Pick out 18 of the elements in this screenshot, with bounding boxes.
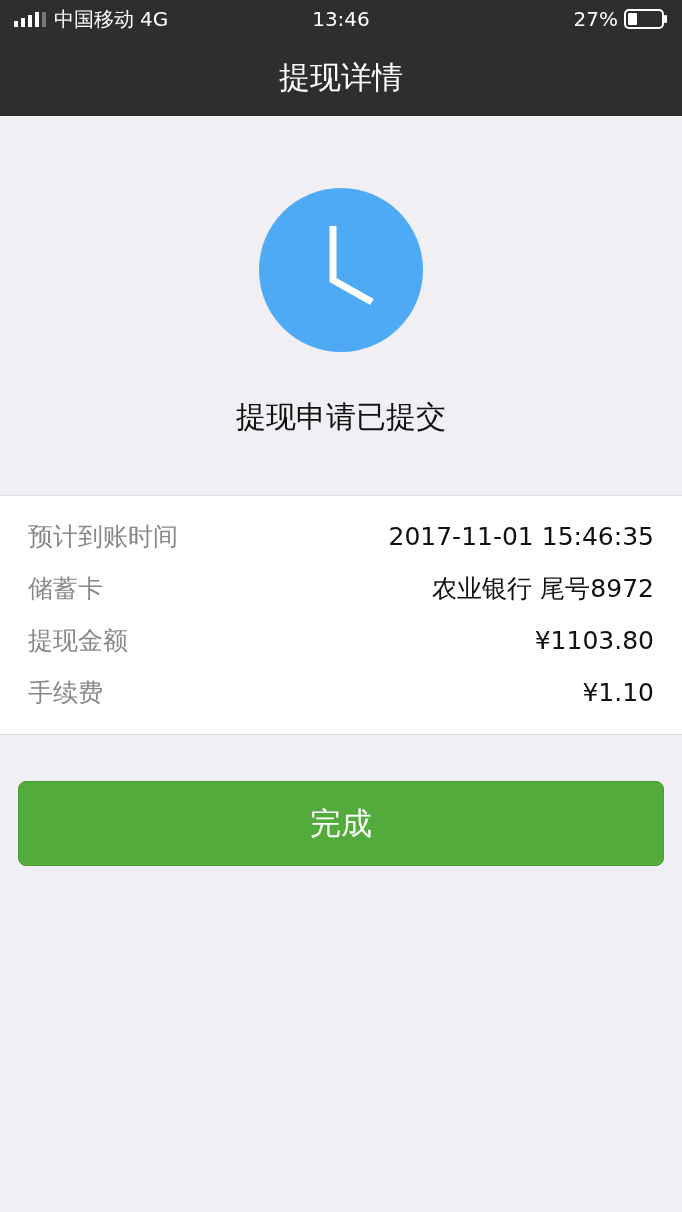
detail-value: 农业银行 尾号8972 (432, 573, 654, 606)
detail-value: ¥1.10 (582, 677, 654, 710)
detail-label: 手续费 (28, 677, 103, 710)
battery-icon (624, 9, 668, 29)
clock-icon (259, 188, 423, 352)
detail-label: 储蓄卡 (28, 573, 103, 606)
detail-label: 提现金额 (28, 625, 128, 658)
battery-percent: 27% (573, 6, 618, 33)
page-title: 提现详情 (279, 57, 403, 97)
network-type: 4G (140, 6, 169, 33)
done-button[interactable]: 完成 (18, 781, 664, 866)
carrier-name: 中国移动 (54, 6, 134, 33)
signal-icon (14, 11, 48, 27)
detail-label: 预计到账时间 (28, 521, 178, 554)
detail-value: ¥1103.80 (534, 625, 654, 658)
status-message: 提现申请已提交 (236, 398, 446, 436)
clock-time: 13:46 (312, 6, 370, 33)
detail-value: 2017-11-01 15:46:35 (388, 521, 654, 554)
